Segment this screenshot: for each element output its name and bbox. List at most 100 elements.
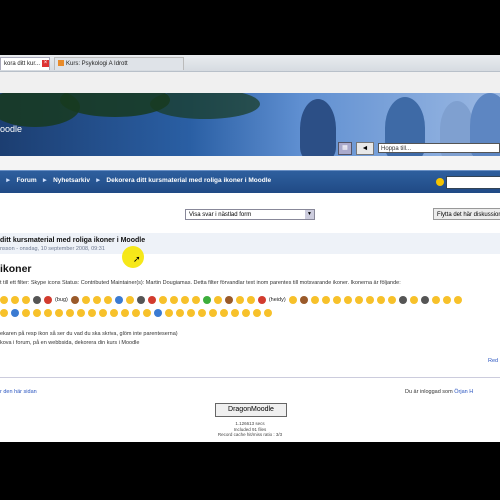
back-button[interactable]: ◄ — [356, 142, 374, 155]
perf-cache: Record cache hit/miss ratio : 3/3 — [217, 432, 283, 437]
beer-icon — [70, 296, 79, 304]
tab-label: kora ditt kur... — [4, 61, 41, 67]
smiley-icon — [0, 296, 8, 304]
smiley-icon — [176, 308, 184, 317]
browser-tab[interactable]: Kurs: Psykologi A Idrott — [54, 57, 184, 70]
smiley-icon — [209, 308, 217, 317]
smiley-icon — [409, 296, 418, 304]
smiley-icon — [310, 296, 319, 304]
rate-page-link[interactable]: r den här sidan — [0, 389, 37, 395]
smiley-icon — [103, 296, 112, 304]
smiley-icon — [365, 296, 374, 304]
post-body-line: kova i forum, på en webbsida, dekorera d… — [0, 340, 140, 346]
smiley-icon — [198, 308, 206, 317]
smiley-icon — [235, 296, 244, 304]
smiley-icon — [242, 308, 250, 317]
smiley-icon — [220, 308, 228, 317]
move-discussion-button[interactable]: Flytta det här diskussionsämnet — [433, 208, 500, 220]
cursor-arrow-icon: ➚ — [133, 254, 141, 264]
post-title: ditt kursmaterial med roliga ikoner i Mo… — [0, 237, 146, 244]
site-banner: oodle ▦ ◄ Hoppa till... — [0, 93, 500, 156]
banner-photo-person — [300, 99, 336, 156]
display-mode-select[interactable]: Visa svar i nästlad form ▼ — [185, 209, 315, 220]
user-profile-link[interactable]: Örjan H — [454, 389, 473, 395]
browser-window: kora ditt kur... × Kurs: Psykologi A Idro… — [0, 55, 500, 442]
phone-icon — [257, 296, 266, 304]
browser-toolbar — [0, 72, 500, 95]
post-body-line: ekaren på resp ikon så ser du vad du ska… — [0, 331, 178, 337]
smiley-icon — [264, 308, 272, 317]
smiley-icon — [343, 296, 352, 304]
smiley-icon — [191, 296, 200, 304]
person-icon — [33, 296, 41, 304]
post-heading: ikoner — [0, 263, 32, 275]
breadcrumb-separator: ► — [41, 177, 49, 184]
cool-smiley-icon — [114, 296, 123, 304]
smiley-icon — [180, 296, 189, 304]
smiley-icon — [442, 296, 451, 304]
smiley-icon — [77, 308, 85, 317]
smiley-icon — [332, 296, 341, 304]
navigation-bar: ► Forum ► Nyhetsarkiv ► Dekorera ditt kursmat… — [0, 170, 500, 193]
breadcrumb-item-archive[interactable]: Nyhetsarkiv — [53, 177, 90, 184]
smiley-icon — [125, 296, 134, 304]
home-button[interactable]: DragonMoodle — [215, 403, 287, 417]
login-info: Du är inloggad som Örjan H — [405, 389, 473, 395]
close-icon[interactable]: × — [42, 59, 49, 67]
star-icon — [99, 308, 107, 317]
forum-search-input[interactable] — [446, 176, 500, 189]
site-logo[interactable]: oodle — [0, 124, 22, 134]
post-author[interactable]: nsson - onsdag, 10 september 2008, 09:31 — [0, 246, 105, 252]
smiley-icon — [246, 296, 255, 304]
music-note-icon — [420, 296, 429, 304]
emoticon-row — [0, 307, 320, 319]
display-mode-value: Visa svar i nästlad form — [189, 212, 252, 218]
smiley-icon — [132, 308, 140, 317]
chevron-down-icon: ▼ — [305, 210, 314, 219]
help-icon[interactable] — [436, 178, 444, 186]
jump-to-select[interactable]: Hoppa till... — [378, 143, 500, 153]
smiley-icon — [0, 308, 8, 317]
performance-info: 1.126613 secs Included 91 files Record c… — [0, 421, 500, 438]
smiley-icon — [453, 296, 462, 304]
wave-icon — [11, 308, 19, 317]
breadcrumb: ► Forum ► Nyhetsarkiv ► Dekorera ditt kursmat… — [0, 177, 271, 184]
smiley-icon — [354, 296, 363, 304]
smiley-icon — [88, 308, 96, 317]
footer-divider — [0, 377, 500, 378]
page-content: Visa svar i nästlad form ▼ Flytta det hä… — [0, 193, 500, 442]
browser-tab-active[interactable]: kora ditt kur... × — [0, 57, 50, 70]
breadcrumb-item-forum[interactable]: Forum — [16, 177, 36, 184]
angry-icon — [147, 296, 156, 304]
breadcrumb-separator: ► — [5, 177, 12, 184]
breadcrumb-separator: ► — [94, 177, 102, 184]
grid-icon[interactable]: ▦ — [338, 142, 352, 155]
smiley-icon — [11, 296, 19, 304]
smiley-icon — [55, 308, 63, 317]
login-info-text: Du är inloggad som — [405, 389, 453, 395]
sick-icon — [202, 296, 211, 304]
breadcrumb-item-discussion: Dekorera ditt kursmaterial med roliga ik… — [106, 177, 272, 184]
tab-label: Kurs: Psykologi A Idrott — [66, 61, 128, 67]
smiley-icon — [288, 296, 297, 304]
emoticon-code: (bug) — [55, 297, 68, 303]
ok-icon — [154, 308, 162, 317]
smiley-icon — [66, 308, 74, 317]
smiley-icon — [253, 308, 261, 317]
post-body-text: ekaren på resp ikon så ser du vad du ska… — [0, 330, 178, 348]
favicon-icon — [58, 60, 64, 67]
smiley-icon — [187, 308, 195, 317]
tree-decoration — [150, 93, 260, 119]
smiley-icon — [321, 296, 330, 304]
smiley-icon — [387, 296, 396, 304]
smiley-icon — [22, 308, 30, 317]
flower-icon — [224, 296, 233, 304]
film-icon — [398, 296, 407, 304]
browser-tab-bar: kora ditt kur... × Kurs: Psykologi A Idro… — [0, 55, 500, 72]
smiley-icon — [44, 308, 52, 317]
smiley-icon — [231, 308, 239, 317]
devil-icon — [136, 296, 145, 304]
reply-link[interactable]: Red — [488, 358, 498, 364]
filter-description: t till ett filter: Skype icons Status: C… — [0, 280, 401, 286]
smiley-icon — [121, 308, 129, 317]
